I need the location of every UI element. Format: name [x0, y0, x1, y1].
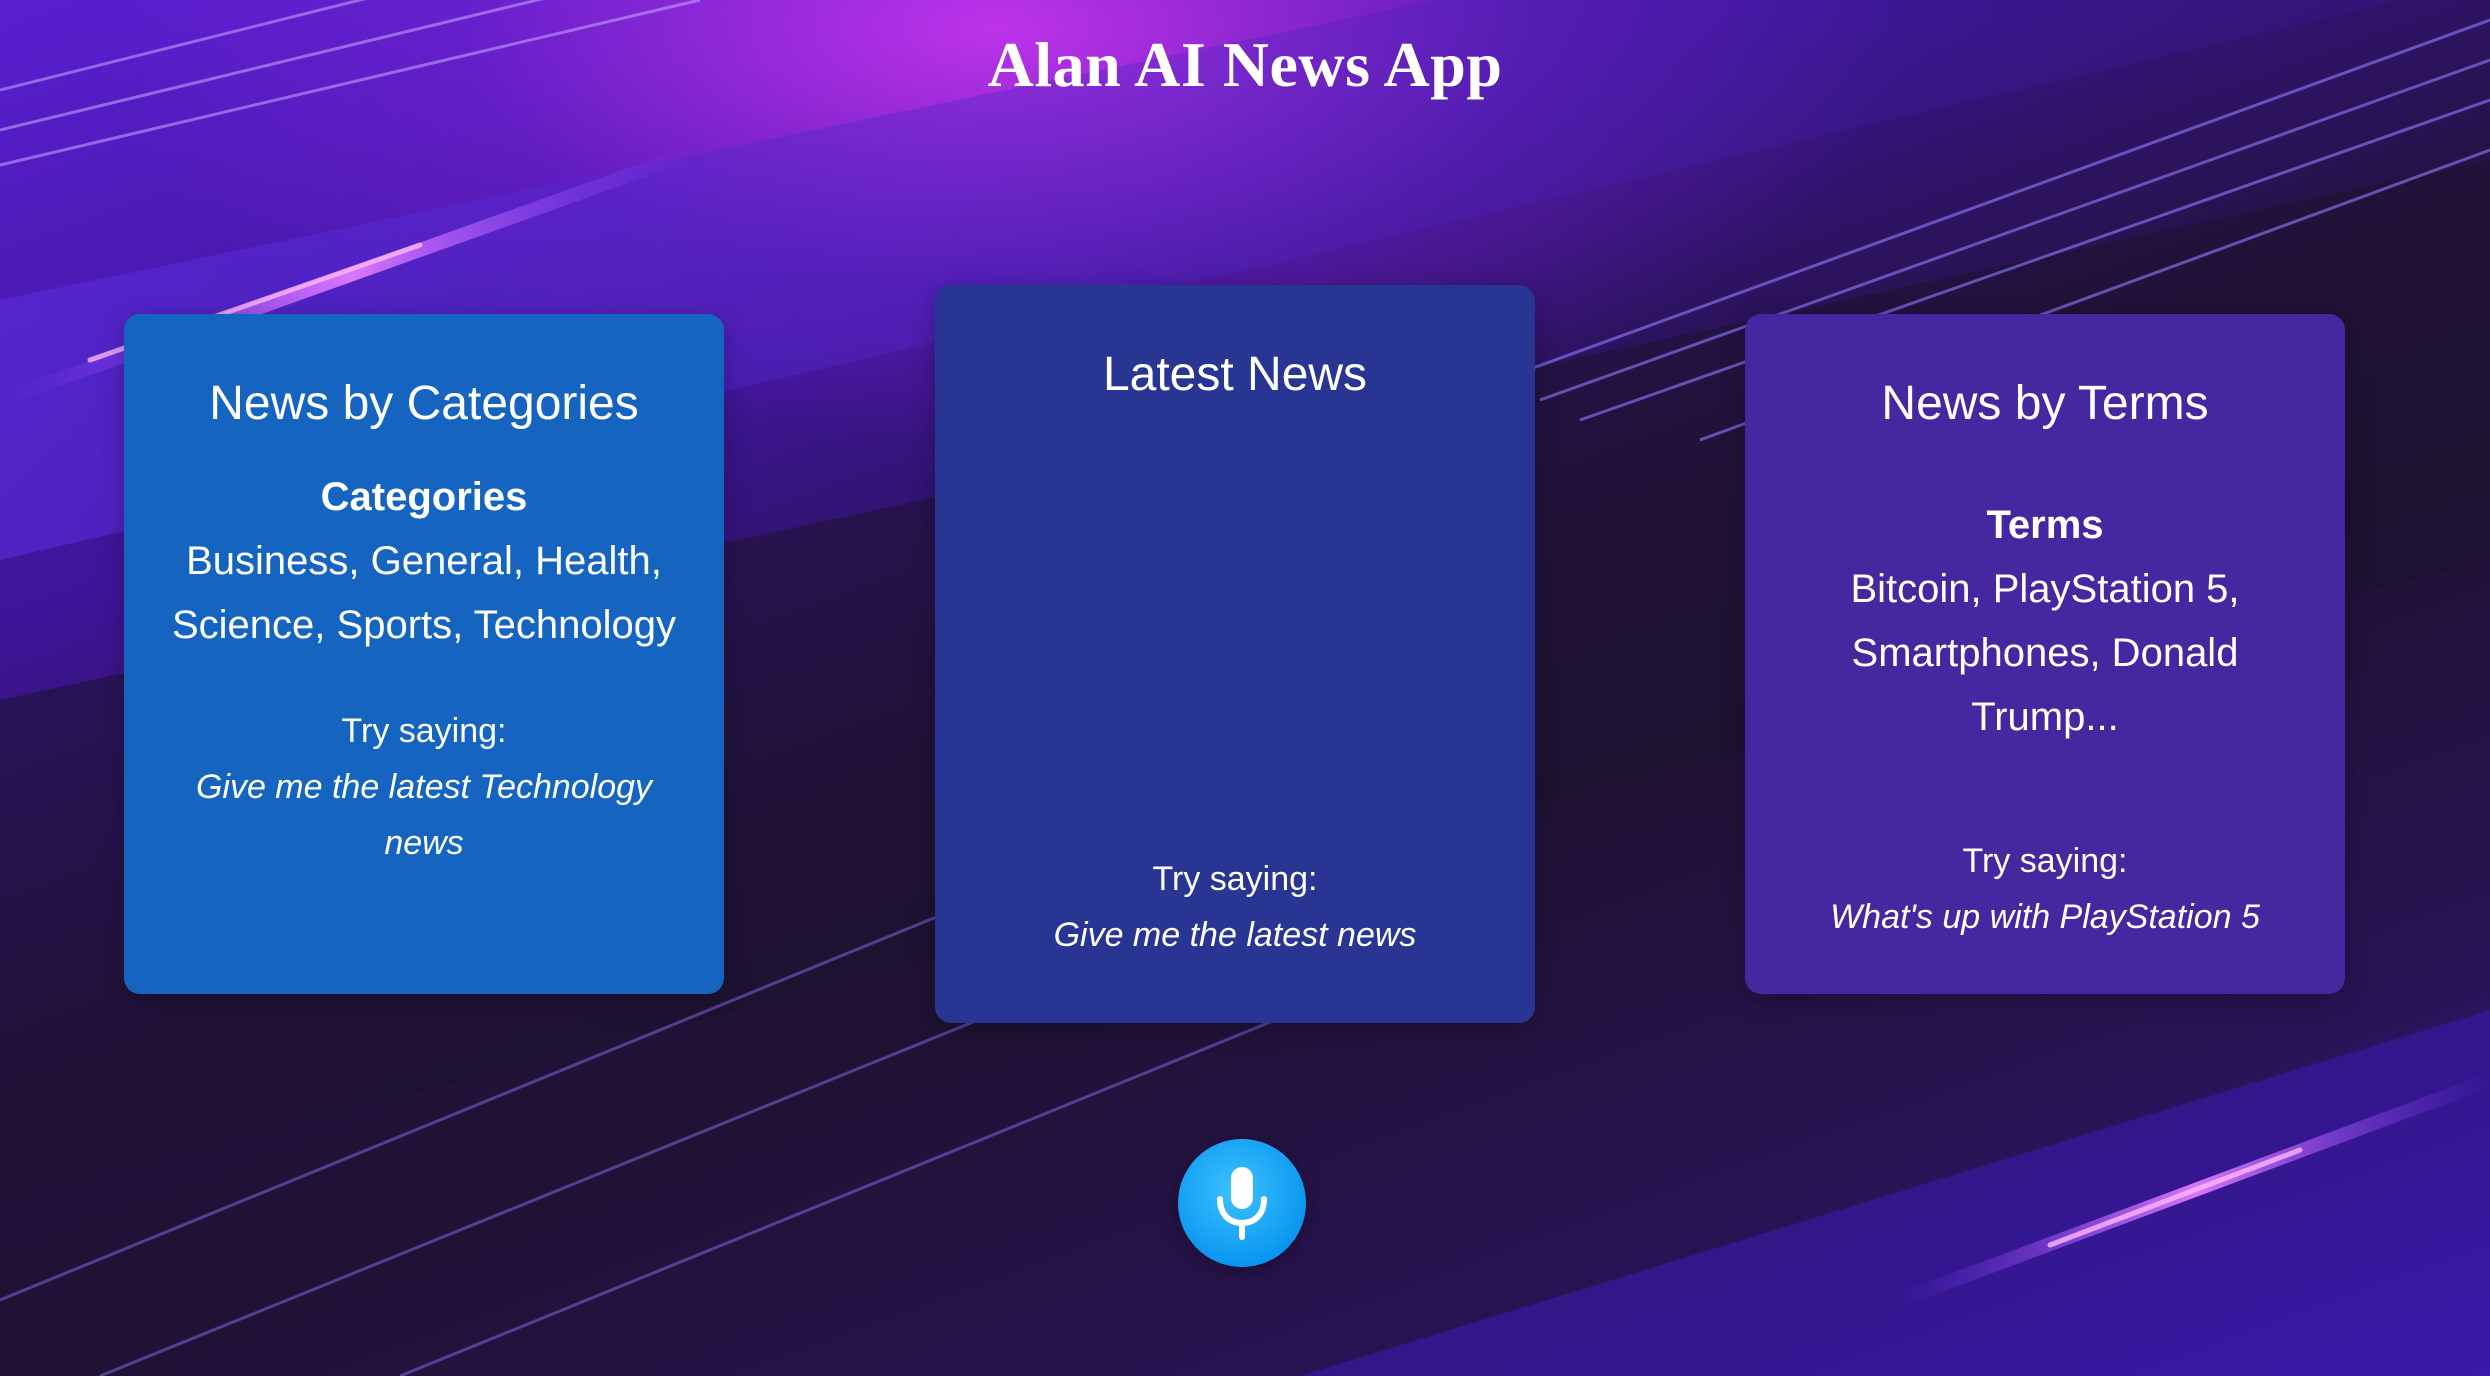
terms-try-example: What's up with PlayStation 5 — [1830, 898, 2260, 936]
categories-list: Categories Business, General, Health, Sc… — [164, 465, 684, 657]
latest-news-card[interactable]: Latest News Try saying: Give me the late… — [935, 285, 1535, 1023]
latest-try-label: Try saying: — [1152, 860, 1318, 898]
terms-card[interactable]: News by Terms Terms Bitcoin, PlayStation… — [1745, 314, 2345, 994]
categories-list-text: Business, General, Health, Science, Spor… — [171, 539, 676, 647]
terms-list-heading: Terms — [1986, 503, 2104, 547]
terms-list-text: Bitcoin, PlayStation 5, Smartphones, Don… — [1850, 567, 2240, 739]
latest-news-card-title: Latest News — [1102, 348, 1368, 401]
categories-list-heading: Categories — [320, 475, 528, 519]
categories-card[interactable]: News by Categories Categories Business, … — [124, 314, 724, 994]
terms-list: Terms Bitcoin, PlayStation 5, Smartphone… — [1785, 493, 2305, 749]
microphone-button[interactable] — [1178, 1139, 1306, 1267]
terms-try-saying: Try saying: What's up with PlayStation 5 — [1785, 833, 2305, 945]
categories-try-saying: Try saying: Give me the latest Technolog… — [164, 703, 684, 871]
categories-card-title: News by Categories — [209, 377, 639, 430]
latest-try-saying: Try saying: Give me the latest news — [975, 851, 1495, 963]
app-title: Alan AI News App — [987, 29, 1503, 100]
microphone-icon — [1212, 1165, 1272, 1241]
terms-card-title: News by Terms — [1881, 377, 2209, 430]
categories-try-example: Give me the latest Technology news — [195, 768, 653, 862]
categories-try-label: Try saying: — [341, 712, 507, 750]
terms-try-label: Try saying: — [1962, 842, 2128, 880]
latest-try-example: Give me the latest news — [1053, 916, 1417, 954]
